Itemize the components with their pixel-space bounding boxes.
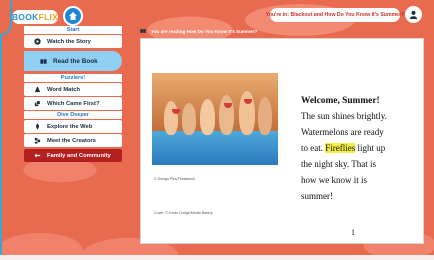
book-viewer[interactable]: © Design Pics/Thinkstock Cover: © Kevin … xyxy=(140,38,424,244)
story-line: the night sky. That is xyxy=(301,159,376,169)
story-line-text: to eat. xyxy=(301,143,323,153)
book-page-left: © Design Pics/Thinkstock Cover: © Kevin … xyxy=(141,39,283,245)
section-title-dive-deeper: Dive Deeper xyxy=(24,111,122,119)
photo-child xyxy=(164,101,178,135)
photo-pool xyxy=(152,131,278,165)
page-number: 1 xyxy=(351,228,355,237)
arrow-icon xyxy=(32,152,42,159)
photo-child xyxy=(239,91,255,135)
sidebar-menu: Start Watch the Story Read the Book Puzz… xyxy=(24,26,122,163)
word-match-icon xyxy=(32,86,42,93)
bottom-border xyxy=(0,255,434,260)
reading-status-text: You are reading How Do You Know It's Sum… xyxy=(151,28,258,34)
story-line: summer! xyxy=(301,191,333,201)
cover-credit: Cover: © Kevin Dodge/Media Bakery xyxy=(154,211,213,215)
sidebar-item-label: Which Came First? xyxy=(47,100,100,107)
photo-child xyxy=(219,95,234,135)
story-title: Welcome, Summer! xyxy=(301,96,380,106)
book-icon xyxy=(140,29,146,33)
order-icon xyxy=(32,100,42,107)
decorative-edge xyxy=(0,36,2,255)
sidebar-item-label: Explore the Web xyxy=(47,123,93,130)
story-line-text: light up xyxy=(357,143,386,153)
reading-status: You are reading How Do You Know It's Sum… xyxy=(140,28,257,34)
sidebar-item-label: Read the Book xyxy=(53,57,98,65)
decorative-stroke xyxy=(0,0,12,36)
sidebar-item-meet-the-creators[interactable]: Meet the Creators xyxy=(24,134,122,147)
story-line: The sun shines brightly. xyxy=(301,111,387,121)
story-line: to eat. Fireflies light up xyxy=(301,143,385,153)
story-line: how we know it is xyxy=(301,175,367,185)
sidebar-item-explore-the-web[interactable]: Explore the Web xyxy=(24,120,122,133)
section-title-puzzlers: Puzzlers! xyxy=(24,74,122,82)
user-icon xyxy=(409,10,418,19)
logo-text-book: BOOK xyxy=(11,12,39,22)
sidebar-item-label: Family and Community xyxy=(47,152,111,159)
sidebar-item-which-came-first[interactable]: Which Came First? xyxy=(24,97,122,110)
sidebar-item-label: Meet the Creators xyxy=(47,137,96,144)
sidebar-item-word-match[interactable]: Word Match xyxy=(24,83,122,96)
logo-text-flix: FLIX xyxy=(38,12,59,22)
sidebar-item-watch-the-story[interactable]: Watch the Story xyxy=(24,35,122,48)
home-button[interactable] xyxy=(63,6,83,26)
globe-icon xyxy=(32,123,42,130)
now-viewing-banner[interactable]: You're in: Blackout and How Do You Know … xyxy=(266,8,404,22)
section-title-start: Start xyxy=(24,26,122,34)
photo-child xyxy=(200,99,215,135)
highlighted-word: Fireflies xyxy=(325,143,356,153)
book-page-right: Welcome, Summer! The sun shines brightly… xyxy=(283,39,425,245)
book-photo xyxy=(152,73,278,165)
home-icon xyxy=(69,12,77,20)
bookflix-logo[interactable]: BOOK FLIX xyxy=(12,10,58,24)
photo-child xyxy=(258,97,272,135)
sidebar-item-read-the-book[interactable]: Read the Book xyxy=(24,51,122,71)
photo-child xyxy=(182,103,196,135)
sidebar-item-label: Watch the Story xyxy=(47,38,91,45)
play-icon xyxy=(32,38,42,45)
user-button[interactable] xyxy=(405,6,422,23)
sidebar-item-label: Word Match xyxy=(47,86,81,93)
family-and-community-button[interactable]: Family and Community xyxy=(24,149,122,162)
book-icon xyxy=(38,58,48,65)
story-line: Watermelons are ready xyxy=(301,127,384,137)
creators-icon xyxy=(32,137,42,144)
photo-credit: © Design Pics/Thinkstock xyxy=(154,177,195,181)
app-background: BOOK FLIX You're in: Blackout and How Do … xyxy=(0,0,434,260)
